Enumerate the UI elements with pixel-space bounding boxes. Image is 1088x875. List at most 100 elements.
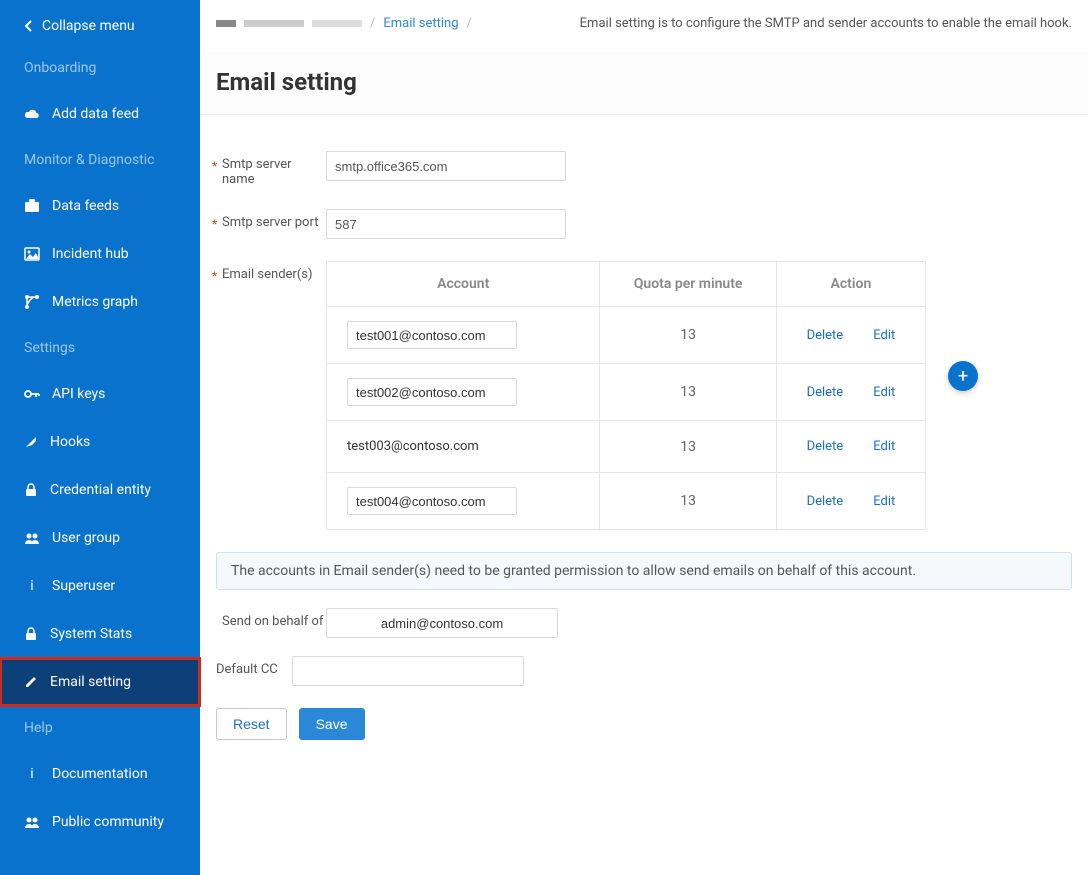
sidebar-item-email-setting[interactable]: Email setting <box>0 658 200 706</box>
lock-icon <box>24 627 38 641</box>
breadcrumb-redacted <box>312 20 362 27</box>
edit-link[interactable]: Edit <box>873 439 895 454</box>
sidebar-item-label: Incident hub <box>52 246 129 262</box>
sidebar-item-label: User group <box>52 530 120 546</box>
edit-link[interactable]: Edit <box>873 494 895 509</box>
section-help: Help <box>0 706 200 750</box>
sidebar-item-credential-entity[interactable]: Credential entity <box>0 466 200 514</box>
row-smtp-server-port: Smtp server port <box>216 209 1072 239</box>
sidebar-item-label: Email setting <box>50 674 131 690</box>
row-email-senders: Email sender(s) Account Quota per minute… <box>216 261 1072 530</box>
page-title: Email setting <box>200 52 1088 115</box>
senders-table: Account Quota per minute Action 13 Delete… <box>326 261 926 530</box>
sidebar-item-public-community[interactable]: Public community <box>0 798 200 846</box>
breadcrumb: / Email setting / <box>216 16 472 31</box>
plus-icon: + <box>958 366 968 387</box>
sidebar: Collapse menu Onboarding Add data feed M… <box>0 0 200 875</box>
row-send-on-behalf: Send on behalf of <box>216 608 1072 638</box>
sidebar-item-label: Metrics graph <box>52 294 138 310</box>
section-settings: Settings <box>0 326 200 370</box>
sidebar-item-api-keys[interactable]: API keys <box>0 370 200 418</box>
quota-cell: 13 <box>600 421 776 473</box>
col-action: Action <box>776 262 925 307</box>
sidebar-item-label: Credential entity <box>50 482 151 498</box>
account-input[interactable] <box>347 378 517 406</box>
quota-cell: 13 <box>600 364 776 421</box>
breadcrumb-redacted <box>244 20 304 27</box>
branch-icon <box>24 294 40 310</box>
label-smtp-server-port: Smtp server port <box>216 209 326 230</box>
info-icon: i <box>24 766 40 782</box>
sidebar-item-user-group[interactable]: User group <box>0 514 200 562</box>
sidebar-item-label: System Stats <box>50 626 132 642</box>
sidebar-item-label: Public community <box>52 814 164 830</box>
label-smtp-server-name: Smtp server name <box>216 151 326 187</box>
cloud-upload-icon <box>24 108 40 120</box>
page-hint: Email setting is to configure the SMTP a… <box>580 16 1072 31</box>
briefcase-icon <box>24 199 40 213</box>
row-default-cc: Default CC <box>216 656 1072 686</box>
delete-link[interactable]: Delete <box>807 439 844 454</box>
sidebar-item-label: Superuser <box>52 578 115 594</box>
sidebar-item-label: Add data feed <box>52 106 139 122</box>
collapse-menu-label: Collapse menu <box>42 18 135 34</box>
save-button[interactable]: Save <box>299 708 365 740</box>
label-default-cc: Default CC <box>216 656 292 677</box>
label-email-senders: Email sender(s) <box>216 261 326 282</box>
smtp-server-name-input[interactable] <box>326 151 566 181</box>
breadcrumb-separator: / <box>370 16 375 31</box>
reset-button[interactable]: Reset <box>216 708 287 740</box>
chevron-left-icon <box>24 20 34 32</box>
pencil-icon <box>24 675 38 689</box>
table-row: test003@contoso.com13DeleteEdit <box>327 421 926 473</box>
sidebar-item-label: Documentation <box>52 766 148 782</box>
breadcrumb-current[interactable]: Email setting <box>383 16 458 31</box>
table-row: 13 Delete Edit <box>327 364 926 421</box>
collapse-menu[interactable]: Collapse menu <box>0 6 200 46</box>
account-input[interactable] <box>347 487 517 515</box>
users-icon <box>24 532 40 544</box>
sidebar-item-data-feeds[interactable]: Data feeds <box>0 182 200 230</box>
section-monitor: Monitor & Diagnostic <box>0 138 200 182</box>
sidebar-item-add-data-feed[interactable]: Add data feed <box>0 90 200 138</box>
image-icon <box>24 247 40 261</box>
table-row: 13 Delete Edit <box>327 473 926 530</box>
sidebar-item-hooks[interactable]: Hooks <box>0 418 200 466</box>
row-smtp-server-name: Smtp server name <box>216 151 1072 187</box>
info-icon: i <box>24 578 40 594</box>
edit-link[interactable]: Edit <box>873 385 895 400</box>
quota-cell: 13 <box>600 307 776 364</box>
sidebar-item-system-stats[interactable]: System Stats <box>0 610 200 658</box>
section-onboarding: Onboarding <box>0 46 200 90</box>
sidebar-item-superuser[interactable]: i Superuser <box>0 562 200 610</box>
default-cc-input[interactable] <box>292 656 524 686</box>
lock-icon <box>24 483 38 497</box>
breadcrumb-separator: / <box>467 16 472 31</box>
edit-link[interactable]: Edit <box>873 328 895 343</box>
add-sender-button[interactable]: + <box>948 361 978 391</box>
form-area: Smtp server name Smtp server port Email … <box>200 131 1088 760</box>
delete-link[interactable]: Delete <box>807 494 844 509</box>
col-quota: Quota per minute <box>600 262 776 307</box>
sidebar-item-label: Data feeds <box>52 198 119 214</box>
topbar: / Email setting / Email setting is to co… <box>200 0 1088 36</box>
senders-table-wrap: Account Quota per minute Action 13 Delete… <box>326 261 926 530</box>
pin-icon <box>24 435 38 449</box>
sidebar-item-metrics-graph[interactable]: Metrics graph <box>0 278 200 326</box>
table-row: 13 Delete Edit <box>327 307 926 364</box>
col-account: Account <box>327 262 600 307</box>
users-icon <box>24 816 40 828</box>
send-on-behalf-input[interactable] <box>326 608 558 638</box>
delete-link[interactable]: Delete <box>807 328 844 343</box>
buttons-row: Reset Save <box>216 708 1072 740</box>
quota-cell: 13 <box>600 473 776 530</box>
delete-link[interactable]: Delete <box>807 385 844 400</box>
key-icon <box>24 389 40 399</box>
sidebar-item-label: API keys <box>52 386 105 402</box>
smtp-server-port-input[interactable] <box>326 209 566 239</box>
account-input[interactable] <box>347 321 517 349</box>
permission-banner: The accounts in Email sender(s) need to … <box>216 552 1072 590</box>
sidebar-item-documentation[interactable]: i Documentation <box>0 750 200 798</box>
sidebar-item-incident-hub[interactable]: Incident hub <box>0 230 200 278</box>
main-panel: / Email setting / Email setting is to co… <box>200 0 1088 875</box>
